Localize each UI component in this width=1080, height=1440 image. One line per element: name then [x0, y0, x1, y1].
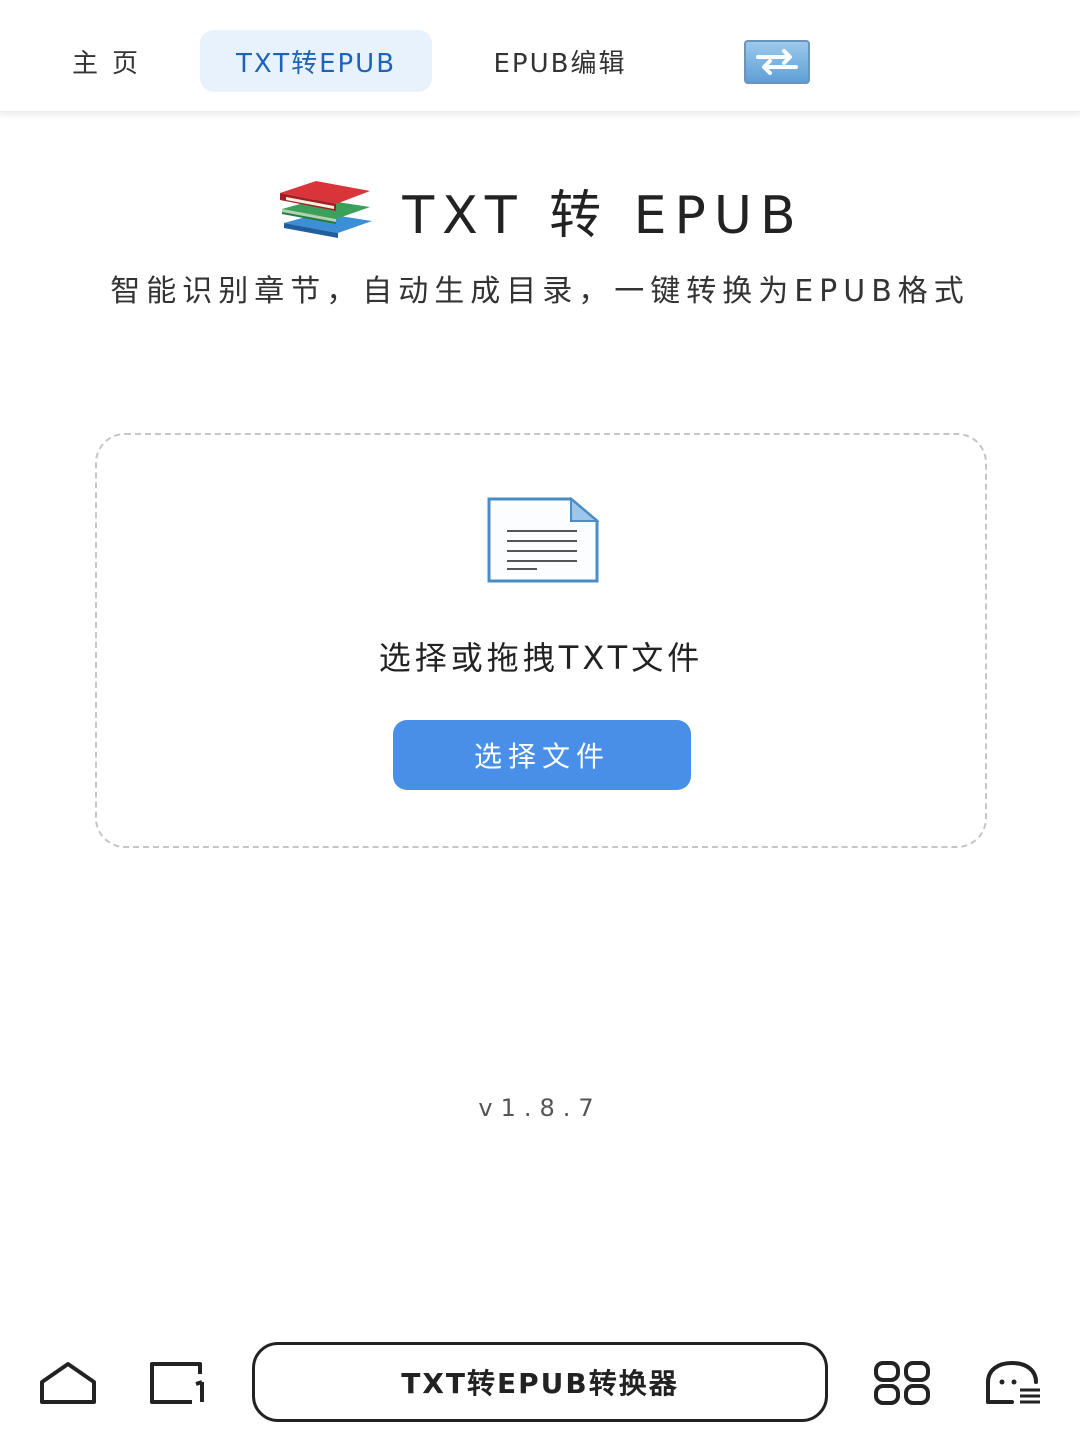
version-label: v1.8.7	[478, 1094, 602, 1122]
document-icon	[487, 496, 600, 587]
bottom-bar: TXT转EPUB转换器	[0, 1330, 1080, 1440]
swap-arrows-icon[interactable]	[744, 40, 810, 84]
choose-file-button[interactable]: 选择文件	[393, 720, 691, 790]
file-drop-zone[interactable]: 选择或拖拽TXT文件 选择文件	[95, 433, 987, 848]
tabs-icon[interactable]	[148, 1360, 208, 1410]
tab-home[interactable]: 主页	[52, 30, 172, 92]
tab-epub-edit[interactable]: EPUB编辑	[455, 30, 665, 92]
assistant-icon[interactable]	[984, 1360, 1044, 1410]
page-header: TXT 转 EPUB	[0, 170, 1080, 250]
page-subtitle: 智能识别章节，自动生成目录，一键转换为EPUB格式	[110, 274, 970, 309]
books-icon	[276, 177, 376, 243]
tab-txt-to-epub[interactable]: TXT转EPUB	[200, 30, 432, 92]
home-icon[interactable]	[38, 1360, 98, 1410]
top-nav: 主页 TXT转EPUB EPUB编辑	[0, 0, 1080, 112]
app-root: 主页 TXT转EPUB EPUB编辑 TXT 转 EPUB 智能识别章节，自动生…	[0, 0, 1080, 1440]
apps-icon[interactable]	[872, 1360, 932, 1410]
page-title: TXT 转 EPUB	[402, 185, 804, 246]
address-bar-title[interactable]: TXT转EPUB转换器	[252, 1342, 828, 1422]
drop-zone-label: 选择或拖拽TXT文件	[378, 639, 704, 677]
